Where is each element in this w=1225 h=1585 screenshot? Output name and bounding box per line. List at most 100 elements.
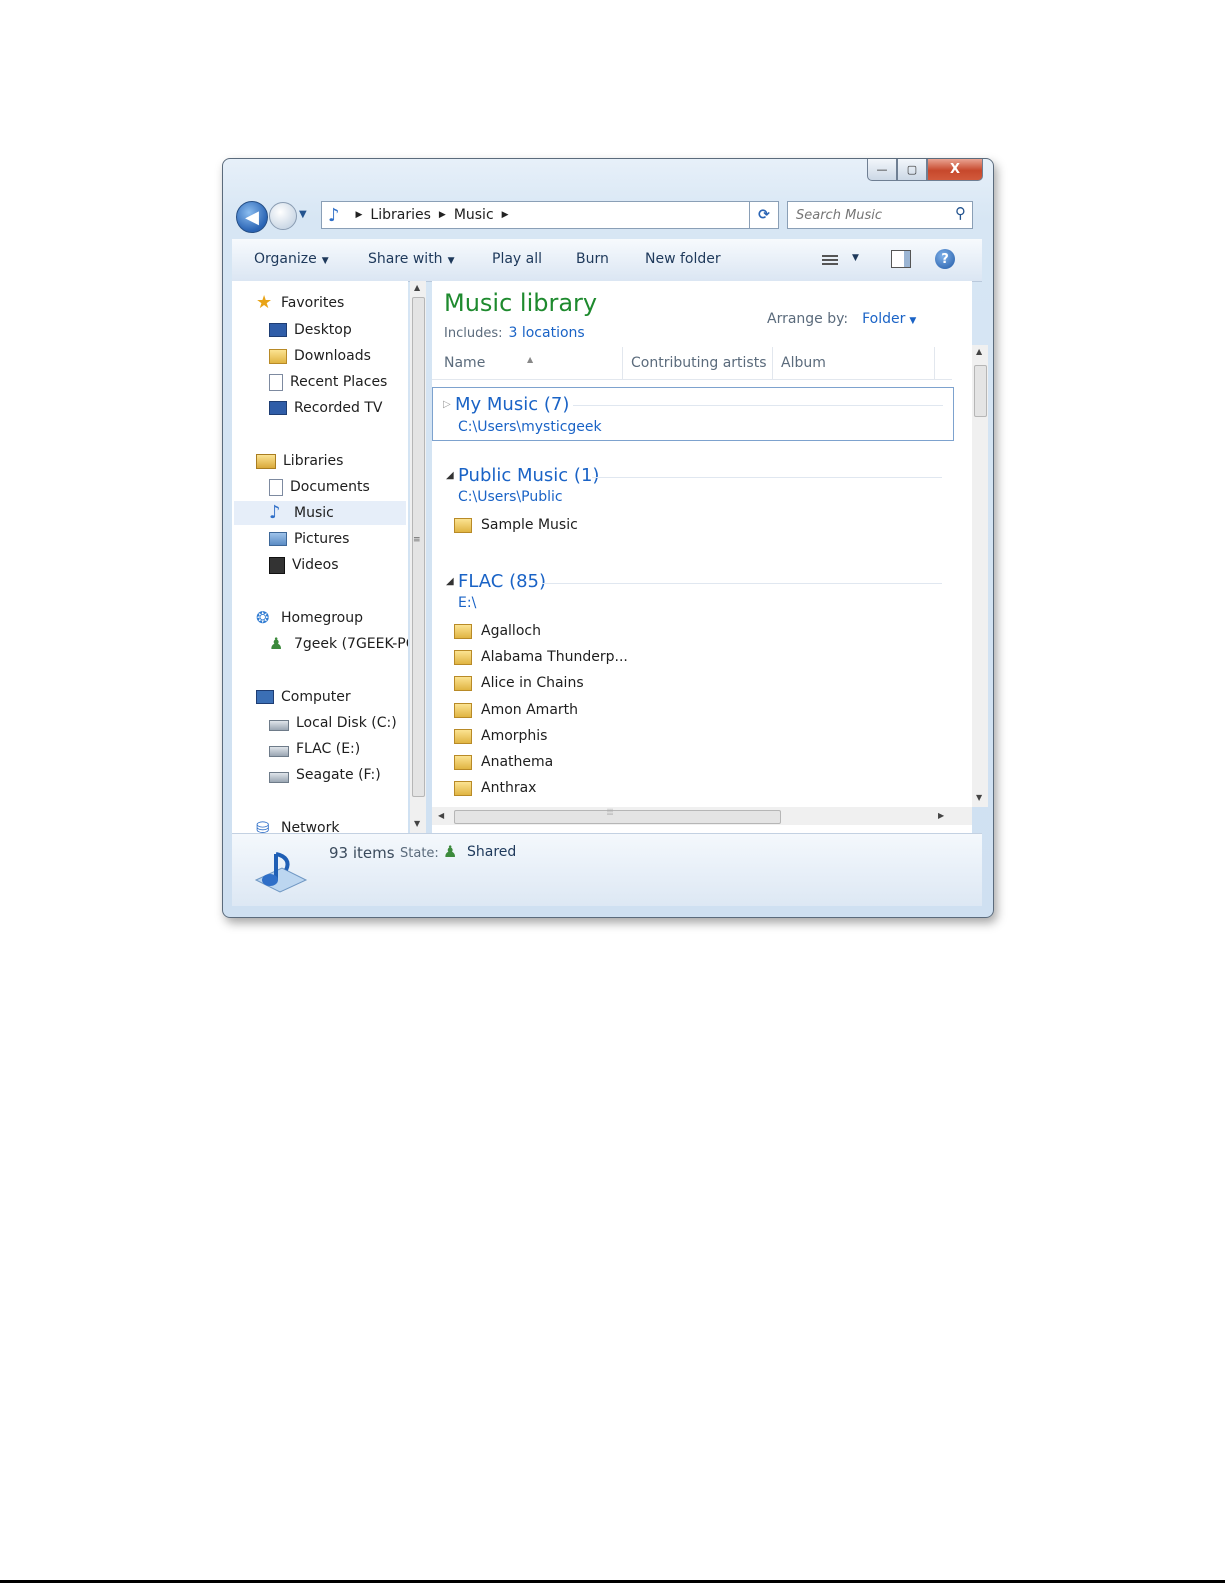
breadcrumb-separator-icon[interactable]: ▶ <box>502 210 509 220</box>
search-icon[interactable]: ⚲ <box>955 204 966 222</box>
breadcrumb-libraries[interactable]: Libraries <box>370 207 430 223</box>
breadcrumb-separator-icon[interactable]: ▶ <box>356 210 363 220</box>
includes-line: Includes: 3 locations <box>444 325 585 341</box>
list-item[interactable]: Anathema <box>454 750 553 774</box>
scroll-up-arrow-icon[interactable]: ▲ <box>414 283 420 292</box>
sidebar-item-computer[interactable]: Computer <box>256 685 351 709</box>
locations-link[interactable]: 3 locations <box>508 325 584 341</box>
group-name: FLAC (85) <box>458 571 547 592</box>
scrollbar-thumb[interactable] <box>974 365 987 417</box>
sidebar-item-label: Videos <box>292 557 339 573</box>
group-my-music[interactable]: ▷ My Music (7) C:\Users\mysticgeek <box>432 387 954 441</box>
scroll-right-arrow-icon[interactable]: ▶ <box>938 811 944 820</box>
collapse-arrow-icon[interactable]: ◢ <box>446 470 458 481</box>
list-item[interactable]: Amon Amarth <box>454 698 578 722</box>
close-button[interactable]: X <box>927 159 983 181</box>
list-item[interactable]: Alabama Thunderp... <box>454 645 628 669</box>
back-button[interactable]: ◀ <box>236 201 268 233</box>
music-note-icon: ♪ <box>269 502 281 523</box>
burn-button[interactable]: Burn <box>576 251 609 267</box>
group-header[interactable]: ◢ Public Music (1) <box>446 465 599 486</box>
sidebar-item-network[interactable]: ⛁ Network <box>256 816 340 834</box>
help-icon[interactable]: ? <box>935 249 955 269</box>
scroll-up-arrow-icon[interactable]: ▲ <box>976 347 982 356</box>
sidebar-item-music[interactable]: ♪ Music <box>234 501 406 525</box>
sidebar-item-recorded-tv[interactable]: Recorded TV <box>269 396 382 420</box>
list-item[interactable]: Sample Music <box>454 513 578 537</box>
expand-arrow-icon[interactable]: ▷ <box>443 399 455 410</box>
column-divider[interactable] <box>934 347 935 379</box>
sidebar-item-homegroup[interactable]: ❂ Homegroup <box>256 606 363 630</box>
sidebar-item-label: Downloads <box>294 348 371 364</box>
preview-pane-icon[interactable] <box>891 250 911 268</box>
sidebar-item-user[interactable]: ♟ 7geek (7GEEK-PC <box>269 632 408 656</box>
search-box[interactable]: ⚲ <box>787 201 973 229</box>
sidebar-item-local-disk[interactable]: Local Disk (C:) <box>269 711 397 735</box>
minimize-button[interactable]: — <box>867 159 897 181</box>
scroll-down-arrow-icon[interactable]: ▼ <box>414 819 420 828</box>
group-path[interactable]: E:\ <box>458 595 476 611</box>
share-with-button[interactable]: Share with ▼ <box>368 251 454 267</box>
sidebar-item-label: Network <box>281 820 340 833</box>
list-item[interactable]: Alice in Chains <box>454 671 584 695</box>
sidebar-item-libraries[interactable]: Libraries <box>256 449 343 473</box>
downloads-folder-icon <box>269 348 287 364</box>
sidebar-item-pictures[interactable]: Pictures <box>269 527 349 551</box>
forward-button[interactable] <box>269 202 297 230</box>
details-pane: 93 items State: ♟ Shared <box>232 833 982 906</box>
recorded-tv-icon <box>269 401 287 415</box>
navigation-scrollbar[interactable]: ▲ ≡ ▼ <box>410 281 426 833</box>
view-options-chevron-icon[interactable]: ▼ <box>852 253 859 263</box>
maximize-button[interactable]: ▢ <box>897 159 927 181</box>
list-item-label: Amorphis <box>481 728 548 744</box>
list-item[interactable]: Agalloch <box>454 619 541 643</box>
list-item[interactable]: Anthrax <box>454 776 536 800</box>
change-view-icon[interactable] <box>822 253 838 267</box>
scroll-down-arrow-icon[interactable]: ▼ <box>976 793 982 802</box>
group-header[interactable]: ◢ FLAC (85) <box>446 571 546 592</box>
pictures-icon <box>269 532 287 546</box>
organize-button[interactable]: Organize ▼ <box>254 251 329 267</box>
group-header[interactable]: ▷ My Music (7) <box>443 394 569 415</box>
new-folder-button[interactable]: New folder <box>645 251 721 267</box>
scrollbar-thumb[interactable] <box>454 810 781 824</box>
breadcrumb-separator-icon[interactable]: ▶ <box>439 210 446 220</box>
file-list-horizontal-scrollbar[interactable]: ◀ ⦙⦙⦙ ▶ <box>432 807 972 825</box>
sidebar-item-seagate-drive[interactable]: Seagate (F:) <box>269 763 381 787</box>
column-divider[interactable] <box>772 347 773 379</box>
star-icon: ★ <box>256 292 273 313</box>
sidebar-item-recent-places[interactable]: Recent Places <box>269 370 387 394</box>
sidebar-item-desktop[interactable]: Desktop <box>269 318 352 342</box>
libraries-icon <box>256 453 276 469</box>
chevron-down-icon: ▼ <box>321 256 329 266</box>
search-input[interactable] <box>794 206 948 224</box>
sidebar-item-videos[interactable]: Videos <box>269 553 339 577</box>
sidebar-item-flac-drive[interactable]: FLAC (E:) <box>269 737 360 761</box>
drive-icon <box>269 745 289 757</box>
column-header-album[interactable]: Album <box>781 355 826 371</box>
column-header-name[interactable]: Name <box>444 355 485 371</box>
refresh-icon[interactable]: ⟳ <box>749 201 779 229</box>
group-path[interactable]: C:\Users\mysticgeek <box>458 419 602 435</box>
user-icon: ♟ <box>269 634 284 653</box>
list-item[interactable]: Amorphis <box>454 724 547 748</box>
group-path[interactable]: C:\Users\Public <box>458 489 563 505</box>
folder-icon <box>454 780 472 796</box>
scroll-left-arrow-icon[interactable]: ◀ <box>438 811 444 820</box>
state-value-label: Shared <box>467 844 517 860</box>
sidebar-item-favorites[interactable]: ★ Favorites <box>256 291 344 315</box>
collapse-arrow-icon[interactable]: ◢ <box>446 576 458 587</box>
sidebar-item-downloads[interactable]: Downloads <box>269 344 371 368</box>
file-list-vertical-scrollbar[interactable]: ▲ ▼ <box>972 345 988 807</box>
address-bar[interactable]: ♪ ▶ Libraries ▶ Music ▶ ▼ <box>321 201 775 229</box>
breadcrumb-music[interactable]: Music <box>454 207 494 223</box>
sidebar-item-documents[interactable]: Documents <box>269 475 370 499</box>
scrollbar-thumb[interactable] <box>412 297 425 797</box>
recent-pages-chevron-icon[interactable]: ▼ <box>299 209 307 220</box>
play-all-button[interactable]: Play all <box>492 251 542 267</box>
group-name: My Music (7) <box>455 394 570 415</box>
arrange-by-dropdown[interactable]: Folder <box>862 311 905 327</box>
column-header-artists[interactable]: Contributing artists <box>631 355 767 371</box>
column-divider[interactable] <box>622 347 623 379</box>
scrollbar-grip-icon: ≡ <box>413 535 421 545</box>
